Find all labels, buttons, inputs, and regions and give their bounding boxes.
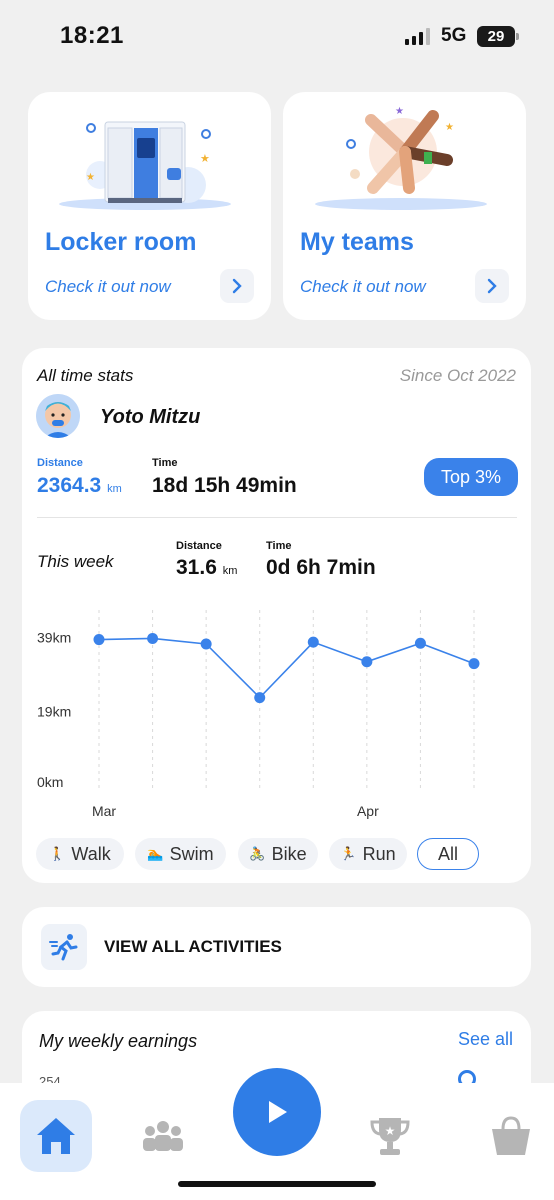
time-value: 18d 15h 49min — [152, 474, 297, 497]
chevron-right-icon[interactable] — [475, 269, 509, 303]
play-button[interactable] — [233, 1068, 321, 1156]
status-time: 18:21 — [60, 22, 124, 49]
svg-text:★: ★ — [395, 106, 404, 117]
trophy-icon[interactable]: ★ — [354, 1100, 426, 1172]
card-subtitle: Check it out now — [45, 277, 171, 296]
bike-icon: 🚴 — [249, 846, 266, 861]
chart-point — [361, 656, 373, 668]
week-time-value: 0d 6h 7min — [266, 556, 376, 579]
filter-bike[interactable]: 🚴 Bike — [238, 838, 318, 870]
card-title: Locker room — [45, 228, 197, 256]
distance-value: 2364.3 km — [37, 474, 122, 497]
svg-text:★: ★ — [385, 1124, 396, 1138]
week-distance-value: 31.6 km — [176, 556, 238, 579]
signal-icon — [405, 27, 430, 45]
home-indicator — [178, 1181, 376, 1187]
locker-room-card[interactable]: ★ ★ Locker room Check it out now — [28, 92, 271, 320]
team-hands-illustration: ★ ★ — [315, 106, 487, 210]
chart-point — [468, 658, 480, 670]
filter-swim[interactable]: 🏊 Swim — [135, 838, 226, 870]
battery-icon: 29 — [477, 26, 519, 47]
stats-heading: All time stats — [37, 366, 134, 385]
chart-point — [147, 632, 159, 644]
chart-point — [414, 637, 426, 649]
week-distance-label: Distance — [176, 540, 222, 552]
my-teams-card[interactable]: ★ ★ My teams Check it out now — [283, 92, 526, 320]
play-icon — [269, 1101, 287, 1123]
weekly-distance-chart: 39km 19km 0km Mar Apr — [37, 610, 480, 819]
chart-point — [93, 634, 105, 646]
x-tick-label: Mar — [92, 803, 116, 819]
svg-text:★: ★ — [445, 122, 454, 133]
earnings-title: My weekly earnings — [39, 1031, 198, 1051]
home-icon[interactable] — [20, 1100, 92, 1172]
run-icon: 🏃 — [340, 846, 357, 861]
chart-point — [200, 638, 212, 650]
y-tick-label: 0km — [37, 774, 63, 790]
status-bar: 18:21 5G 29 — [0, 0, 554, 74]
svg-text:★: ★ — [86, 172, 95, 183]
locker-illustration: ★ ★ — [59, 121, 231, 210]
y-tick-label: 19km — [37, 704, 71, 720]
walk-icon: 🚶 — [49, 846, 66, 861]
chevron-right-icon[interactable] — [220, 269, 254, 303]
avatar[interactable] — [36, 394, 80, 438]
distance-label: Distance — [37, 457, 83, 469]
x-tick-label: Apr — [357, 803, 379, 819]
swim-icon: 🏊 — [147, 846, 164, 861]
teams-icon[interactable] — [127, 1100, 199, 1172]
see-all-link[interactable]: See all — [458, 1029, 513, 1050]
user-name: Yoto Mitzu — [100, 406, 201, 428]
week-time-label: Time — [266, 540, 292, 552]
stats-since: Since Oct 2022 — [399, 366, 516, 385]
network-type: 5G — [441, 25, 467, 46]
chart-point — [307, 636, 319, 648]
view-all-activities-button[interactable]: VIEW ALL ACTIVITIES — [22, 907, 531, 987]
filter-all[interactable]: All — [417, 838, 479, 870]
svg-text:★: ★ — [200, 153, 210, 165]
y-tick-label: 39km — [37, 630, 71, 646]
card-subtitle: Check it out now — [300, 277, 426, 296]
all-time-stats-card: All time stats Since Oct 2022 Yoto Mitzu… — [22, 348, 531, 883]
filter-walk[interactable]: 🚶 Walk — [36, 838, 124, 870]
this-week-label: This week — [37, 552, 114, 571]
chart-point — [254, 692, 266, 704]
running-person-icon — [41, 924, 87, 970]
filter-run[interactable]: 🏃 Run — [329, 838, 407, 870]
time-label: Time — [152, 457, 178, 469]
view-all-activities-label: VIEW ALL ACTIVITIES — [104, 937, 282, 956]
rank-badge[interactable]: Top 3% — [424, 458, 518, 496]
shop-bag-icon[interactable] — [475, 1100, 547, 1172]
divider — [37, 517, 517, 518]
card-title: My teams — [300, 228, 414, 256]
